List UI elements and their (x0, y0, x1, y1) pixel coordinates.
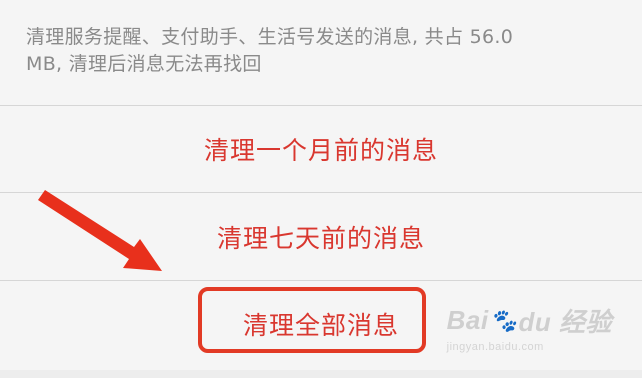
description-line-1: 清理服务提醒、支付助手、生活号发送的消息, 共占 56.0 (26, 26, 514, 48)
clear-seven-days-ago-button[interactable]: 清理七天前的消息 (0, 193, 642, 281)
bottom-strip (0, 370, 642, 378)
action-sheet: 清理服务提醒、支付助手、生活号发送的消息, 共占 56.0 MB, 清理后消息无法… (0, 0, 642, 378)
clear-all-messages-label: 清理全部消息 (242, 310, 399, 340)
description-line-2: MB, 清理后消息无法再找回 (26, 53, 262, 75)
clear-month-ago-label: 清理一个月前的消息 (203, 136, 438, 165)
sheet-description: 清理服务提醒、支付助手、生活号发送的消息, 共占 56.0 MB, 清理后消息无法… (26, 24, 616, 78)
clear-seven-days-ago-label: 清理七天前的消息 (216, 223, 425, 253)
sheet-header: 清理服务提醒、支付助手、生活号发送的消息, 共占 56.0 MB, 清理后消息无法… (0, 0, 642, 106)
clear-month-ago-button[interactable]: 清理一个月前的消息 (0, 106, 642, 193)
clear-all-messages-button[interactable]: 清理全部消息 (0, 281, 642, 378)
